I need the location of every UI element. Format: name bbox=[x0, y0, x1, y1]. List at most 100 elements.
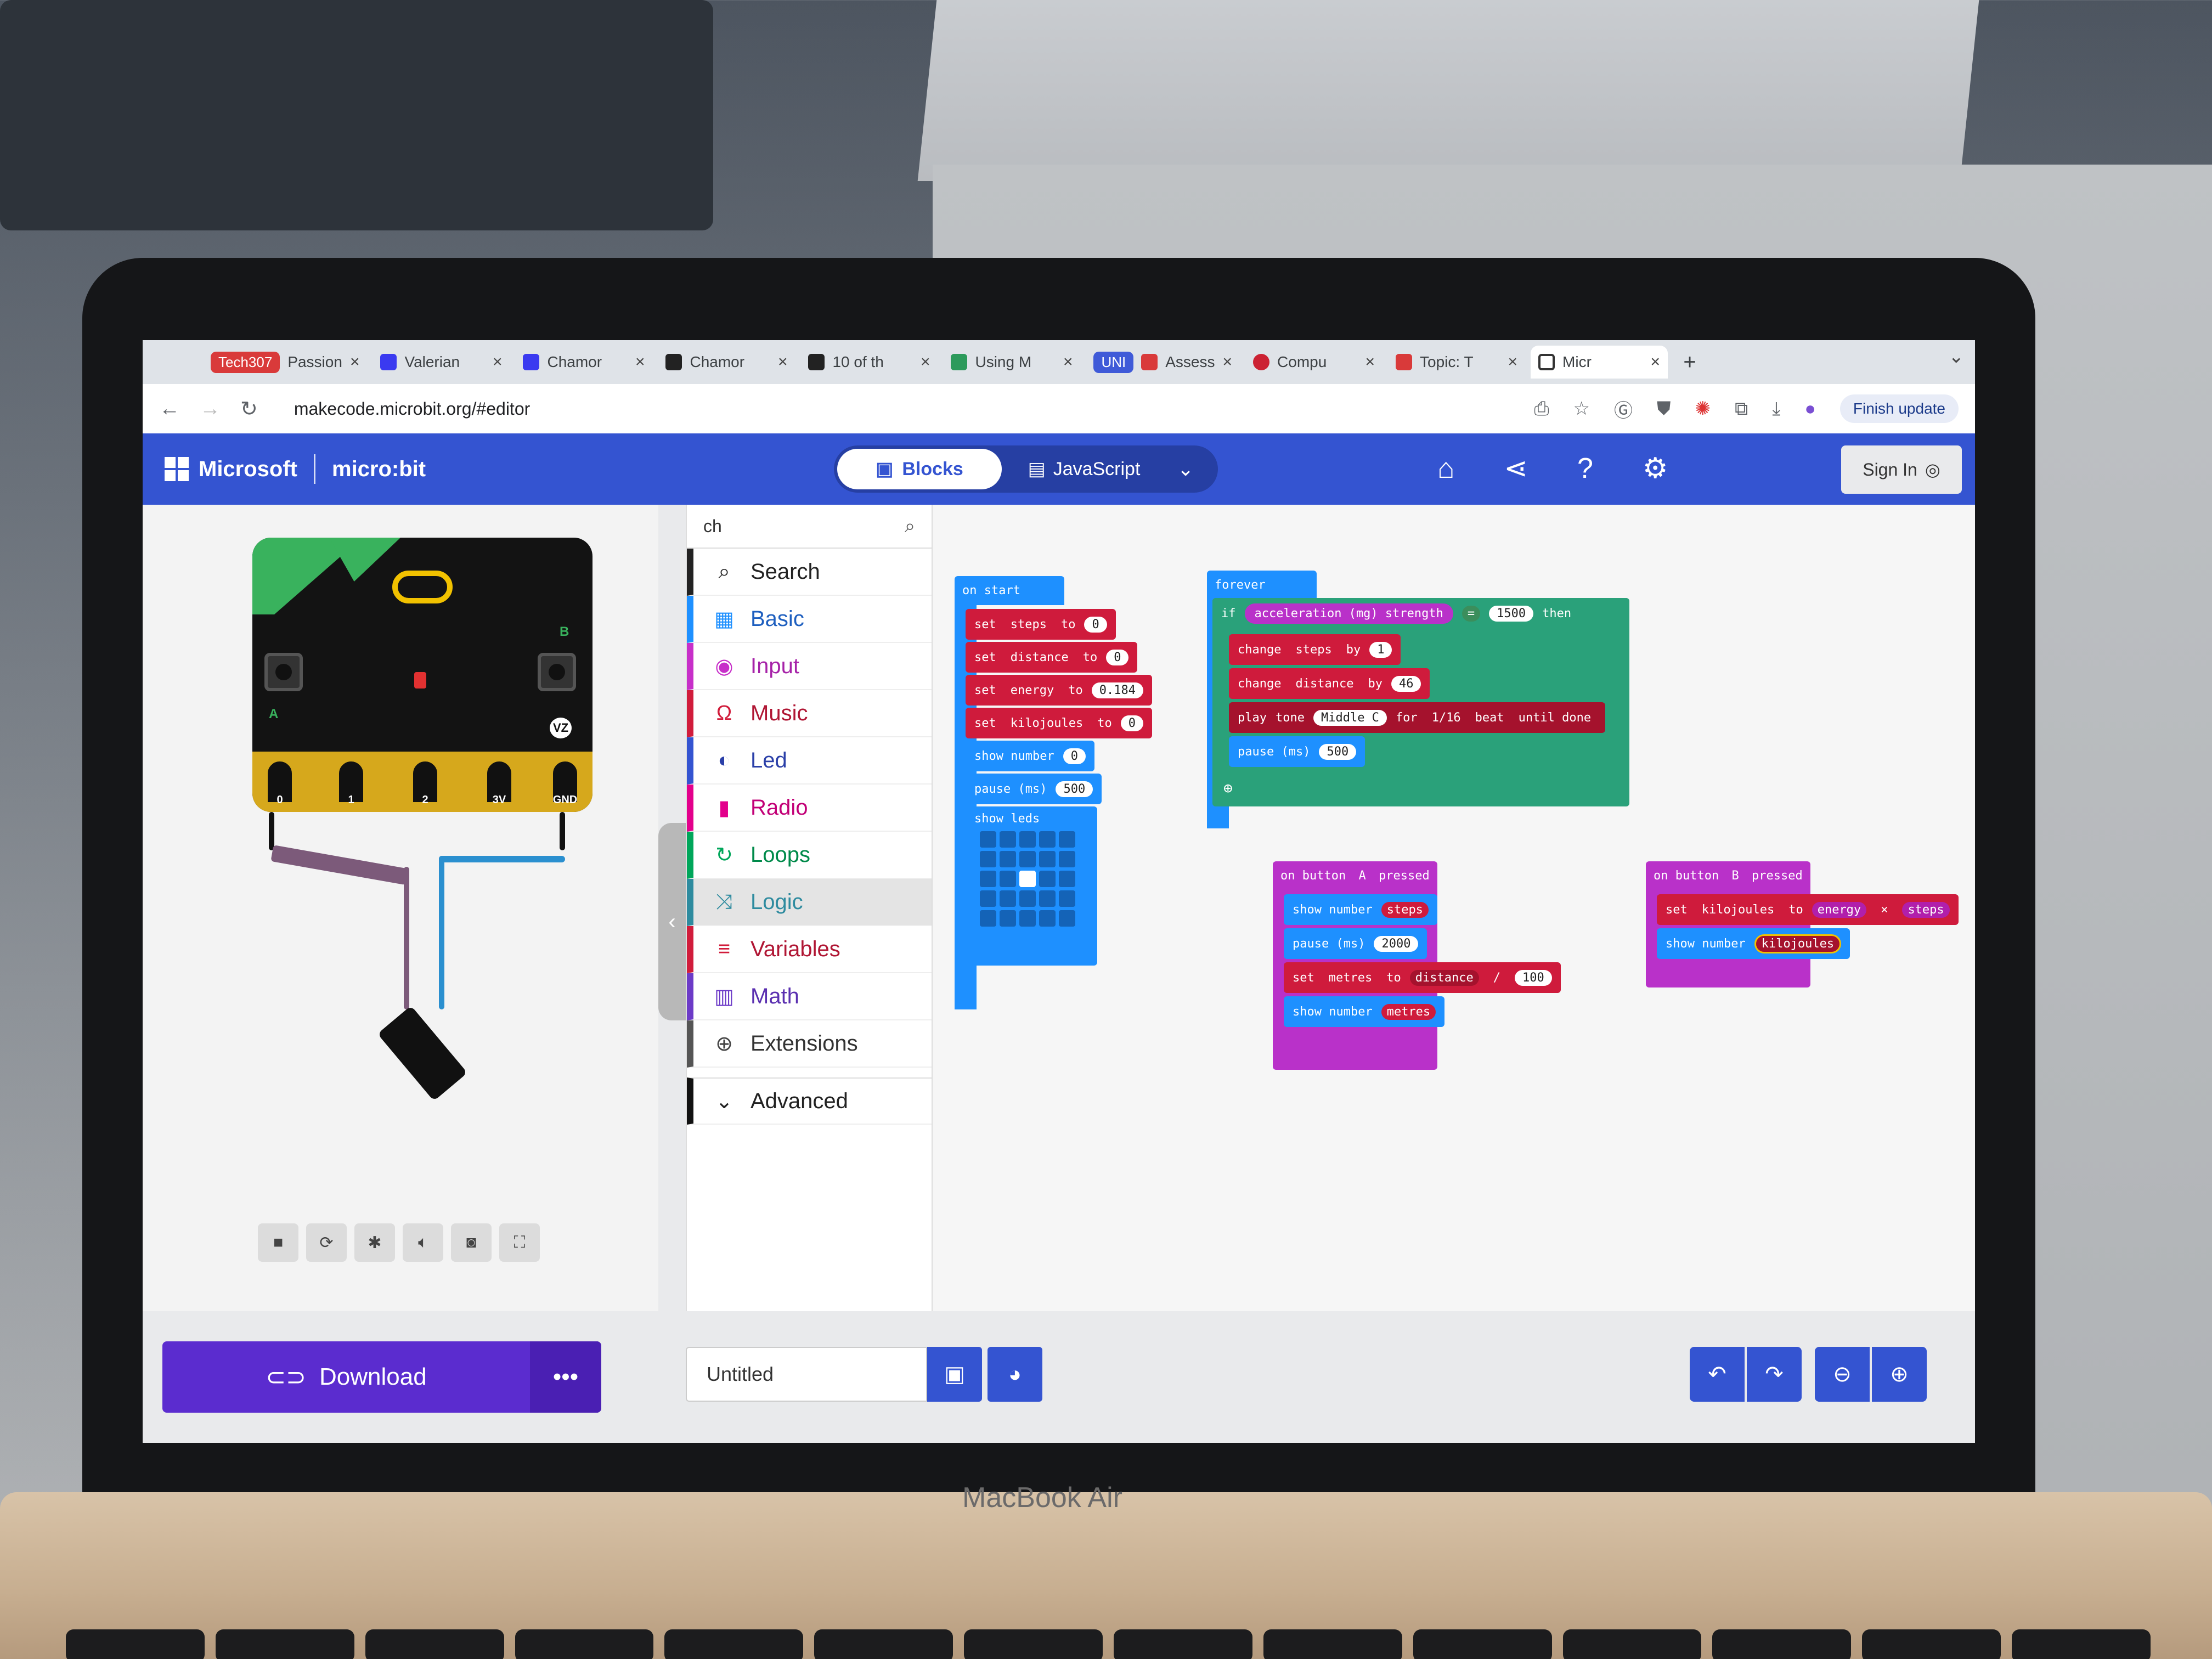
variable-reporter[interactable]: steps bbox=[1902, 901, 1950, 918]
extension-shield-icon[interactable]: ⛊ bbox=[1657, 398, 1671, 420]
category-variables[interactable]: ≡ Variables bbox=[687, 926, 932, 973]
button-b[interactable] bbox=[538, 653, 576, 691]
variable-reporter[interactable]: kilojoules bbox=[1754, 934, 1842, 953]
pause-block[interactable]: pause (ms) 500 bbox=[966, 774, 1102, 804]
browser-tab[interactable]: Tech307 Passion × bbox=[203, 346, 367, 379]
download-icon[interactable]: ⤓ bbox=[1772, 398, 1780, 420]
browser-tab[interactable]: Compu × bbox=[1245, 346, 1383, 379]
undo-icon[interactable]: ↶ bbox=[1690, 1347, 1745, 1402]
value-input[interactable]: 0 bbox=[1084, 616, 1107, 633]
microsoft-logo-icon[interactable] bbox=[165, 457, 189, 481]
pause-block[interactable]: pause (ms) 500 bbox=[1229, 736, 1365, 767]
variable-dropdown[interactable]: distance bbox=[1290, 676, 1359, 692]
value-input[interactable]: 100 bbox=[1514, 969, 1552, 986]
play-mode-dropdown[interactable]: until done bbox=[1513, 710, 1596, 726]
blocks-mode-button[interactable]: ▣ Blocks bbox=[837, 449, 1002, 489]
stop-icon[interactable]: ■ bbox=[258, 1223, 298, 1262]
category-loops[interactable]: ↻ Loops bbox=[687, 832, 932, 879]
project-name-input[interactable]: Untitled bbox=[686, 1347, 927, 1402]
show-number-block[interactable]: show number 0 bbox=[966, 741, 1094, 771]
variable-dropdown[interactable]: metres bbox=[1323, 970, 1378, 986]
help-icon[interactable]: ? bbox=[1577, 452, 1593, 485]
close-icon[interactable]: × bbox=[1651, 353, 1661, 371]
led-cell[interactable] bbox=[1059, 851, 1075, 867]
close-icon[interactable]: × bbox=[778, 353, 788, 371]
compare-operator-dropdown[interactable]: = bbox=[1462, 605, 1481, 622]
touch-logo[interactable] bbox=[392, 571, 453, 603]
led-cell[interactable] bbox=[1019, 851, 1036, 867]
volume-icon[interactable]: 🔈︎ bbox=[403, 1223, 443, 1262]
led-cell[interactable] bbox=[1000, 831, 1016, 848]
tab-group-badge[interactable]: UNI bbox=[1093, 351, 1134, 373]
microbit-brand[interactable]: micro:bit bbox=[332, 457, 426, 482]
set-variable-block[interactable]: set kilojoules to energy × steps bbox=[1657, 894, 1959, 925]
led-cell[interactable] bbox=[1039, 871, 1056, 887]
led-cell[interactable] bbox=[1059, 910, 1075, 927]
math-operator-dropdown[interactable]: / bbox=[1488, 970, 1506, 986]
button-dropdown[interactable]: B bbox=[1726, 868, 1744, 884]
category-extensions[interactable]: ⊕ Extensions bbox=[687, 1020, 932, 1068]
set-variable-block[interactable]: set metres to distance / 100 bbox=[1284, 962, 1561, 993]
button-dropdown[interactable]: A bbox=[1353, 868, 1371, 884]
led-cell[interactable] bbox=[1039, 851, 1056, 867]
led-cell[interactable] bbox=[1000, 910, 1016, 927]
tab-search-chevron-icon[interactable]: ⌄ bbox=[1949, 346, 1965, 368]
led-cell[interactable] bbox=[1059, 871, 1075, 887]
variable-reporter[interactable]: energy bbox=[1812, 901, 1867, 918]
finish-update-button[interactable]: Finish update bbox=[1839, 394, 1959, 423]
blocks-workspace[interactable]: on start set steps to 0 set distance to 0 set e… bbox=[933, 505, 1975, 1311]
value-dropdown[interactable]: 500 bbox=[1056, 781, 1093, 797]
led-cell[interactable] bbox=[1039, 910, 1056, 927]
button-a[interactable] bbox=[264, 653, 303, 691]
gear-icon[interactable]: ⚙ bbox=[1643, 452, 1668, 485]
category-math[interactable]: ▥ Math bbox=[687, 973, 932, 1020]
show-number-block[interactable]: show number steps bbox=[1284, 894, 1437, 925]
close-icon[interactable]: × bbox=[493, 353, 503, 371]
close-icon[interactable]: × bbox=[1508, 353, 1518, 371]
close-icon[interactable]: × bbox=[1365, 353, 1375, 371]
bookmark-star-icon[interactable]: ☆ bbox=[1573, 398, 1590, 420]
category-logic[interactable]: ⤨ Logic bbox=[687, 879, 932, 926]
led-cell[interactable] bbox=[1039, 831, 1056, 848]
show-number-block[interactable]: show number kilojoules bbox=[1657, 928, 1850, 959]
browser-tab[interactable]: UNI Assess × bbox=[1086, 346, 1240, 379]
microsoft-brand[interactable]: Microsoft bbox=[199, 457, 297, 482]
led-cell[interactable] bbox=[1000, 851, 1016, 867]
profile-avatar[interactable]: ● bbox=[1804, 398, 1816, 420]
search-icon[interactable]: ⌕ bbox=[905, 516, 915, 537]
back-arrow-icon[interactable]: ← bbox=[159, 397, 180, 421]
close-icon[interactable]: × bbox=[350, 353, 360, 371]
install-app-icon[interactable]: ⎙ bbox=[1534, 398, 1549, 420]
variable-dropdown[interactable]: energy bbox=[1005, 682, 1059, 698]
value-input[interactable]: 1500 bbox=[1489, 605, 1534, 622]
extensions-puzzle-icon[interactable]: ⧉ bbox=[1735, 398, 1748, 420]
close-icon[interactable]: × bbox=[921, 353, 930, 371]
screenshot-camera-icon[interactable]: ◙ bbox=[451, 1223, 492, 1262]
close-icon[interactable]: × bbox=[1063, 353, 1073, 371]
variable-dropdown[interactable]: kilojoules bbox=[1696, 902, 1780, 918]
toolbox-search-input[interactable]: ch ⌕ bbox=[687, 505, 932, 549]
led-cell[interactable] bbox=[980, 851, 996, 867]
beat-dropdown[interactable]: 1/16 bbox=[1426, 710, 1466, 726]
close-icon[interactable]: × bbox=[635, 353, 645, 371]
value-input[interactable]: 0.184 bbox=[1091, 682, 1143, 698]
extension-red-icon[interactable]: ✺ bbox=[1695, 398, 1711, 420]
led-cell[interactable] bbox=[980, 910, 996, 927]
category-music[interactable]: Ω Music bbox=[687, 690, 932, 737]
value-input[interactable]: 0 bbox=[1120, 715, 1143, 731]
save-icon[interactable]: ▣ bbox=[927, 1347, 982, 1402]
browser-tab[interactable]: Chamor × bbox=[515, 346, 652, 379]
share-icon[interactable]: ⋖ bbox=[1504, 452, 1528, 485]
led-grid[interactable] bbox=[974, 826, 1088, 932]
variable-reporter[interactable]: metres bbox=[1381, 1003, 1436, 1020]
led-cell[interactable] bbox=[980, 831, 996, 848]
zoom-out-icon[interactable]: ⊖ bbox=[1815, 1347, 1870, 1402]
led-cell[interactable] bbox=[1019, 831, 1036, 848]
category-input[interactable]: ◉ Input bbox=[687, 643, 932, 690]
led-cell[interactable] bbox=[1039, 890, 1056, 907]
set-variable-block[interactable]: set distance to 0 bbox=[966, 642, 1138, 673]
browser-tab-active[interactable]: Micr × bbox=[1531, 346, 1668, 379]
led-cell[interactable] bbox=[1019, 890, 1036, 907]
category-advanced[interactable]: ⌄ Advanced bbox=[687, 1077, 932, 1125]
led-cell[interactable] bbox=[980, 890, 996, 907]
